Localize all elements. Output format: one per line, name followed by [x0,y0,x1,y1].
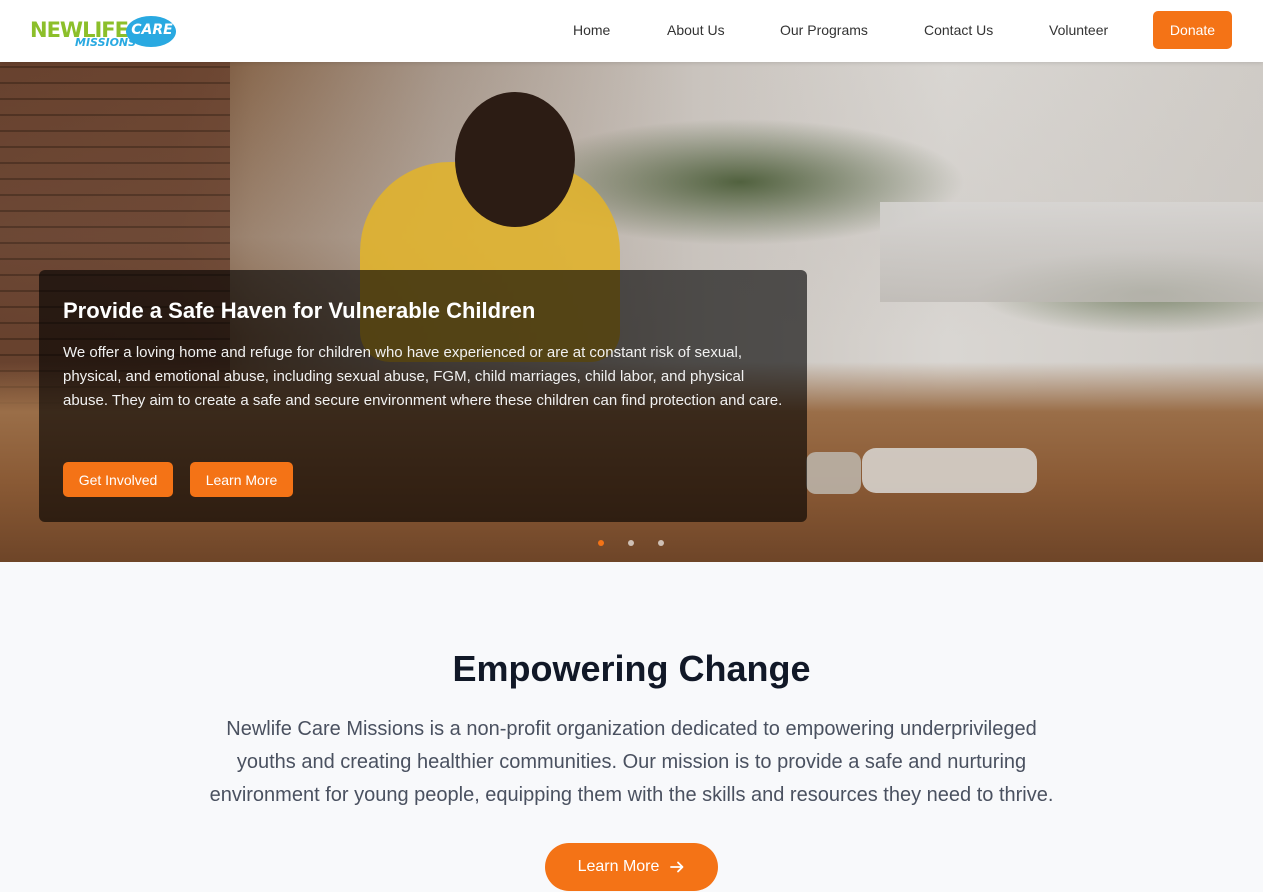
hero-rock [806,452,861,494]
donate-button[interactable]: Donate [1153,11,1232,49]
intro-description: Newlife Care Missions is a non-profit or… [209,718,1054,806]
intro-section: Empowering Change Newlife Care Missions … [0,562,1263,892]
hero-learn-more-button[interactable]: Learn More [190,462,293,497]
hero-rock [862,448,1037,493]
intro-learn-more-button[interactable]: Learn More [545,843,718,891]
get-involved-button[interactable]: Get Involved [63,462,173,497]
nav-our-programs[interactable]: Our Programs [780,22,868,38]
hero-slider: Provide a Safe Haven for Vulnerable Chil… [0,62,1263,562]
hero-child-head [455,92,575,227]
hero-title: Provide a Safe Haven for Vulnerable Chil… [63,298,536,323]
site-header: NEWLIFE CARE MISSIONS Home About Us Our … [0,0,1263,62]
hero-building [880,202,1263,302]
nav-about-us[interactable]: About Us [667,22,725,38]
nav-contact-us[interactable]: Contact Us [924,22,993,38]
hero-caption-card: Provide a Safe Haven for Vulnerable Chil… [39,270,807,522]
nav-volunteer[interactable]: Volunteer [1049,22,1108,38]
intro-heading: Empowering Change [452,648,811,689]
intro-learn-more-label: Learn More [577,858,660,875]
hero-description: We offer a loving home and refuge for ch… [63,344,783,409]
logo-missions-text: MISSIONS [75,36,137,49]
slider-dot-1[interactable] [598,540,604,546]
slider-dot-3[interactable] [658,540,664,546]
nav-home[interactable]: Home [573,22,610,38]
site-logo[interactable]: NEWLIFE CARE MISSIONS [30,13,180,51]
arrow-right-icon [669,859,685,875]
slider-dot-2[interactable] [628,540,634,546]
